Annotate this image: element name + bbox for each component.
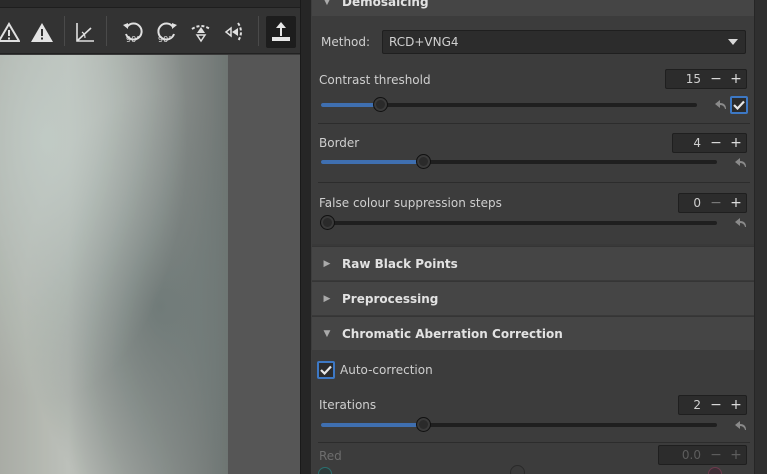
panel-scrollbar[interactable]	[754, 0, 767, 474]
divider	[318, 442, 750, 443]
increment-button[interactable]: +	[726, 194, 746, 212]
reset-icon[interactable]	[734, 217, 748, 229]
contrast-threshold-slider[interactable]	[321, 97, 697, 112]
perspective-icon[interactable]	[70, 16, 100, 48]
auto-correction-checkbox[interactable]	[317, 361, 335, 379]
section-header-demosaicing[interactable]: ▼ Demosaicing	[312, 0, 754, 16]
decrement-button[interactable]: −	[706, 134, 726, 152]
image-preview[interactable]	[0, 55, 300, 474]
section-body-demosaicing: Method: RCD+VNG4 Contrast threshold 15 −…	[312, 16, 754, 244]
contrast-threshold-spinner[interactable]: 15 − +	[665, 69, 747, 89]
rotate-right-label: 90°	[158, 35, 172, 44]
rotate-right-90-icon[interactable]: 90°	[150, 16, 182, 48]
false-colour-slider[interactable]	[320, 215, 717, 230]
image-editor-area: 90° 90°	[0, 0, 300, 474]
increment-button: +	[730, 447, 742, 463]
increment-button[interactable]: +	[726, 396, 746, 414]
increment-button[interactable]: +	[726, 134, 746, 152]
toolbar-top-edge	[0, 0, 300, 8]
slider-knob[interactable]	[415, 154, 431, 169]
photo-preview	[0, 55, 228, 474]
flip-vertical-icon[interactable]	[186, 16, 216, 48]
auto-threshold-checkbox[interactable]	[730, 96, 748, 114]
contrast-threshold-value[interactable]: 15	[666, 72, 706, 86]
section-header-preprocessing[interactable]: ▶ Preprocessing	[312, 281, 754, 315]
decrement-button[interactable]: −	[706, 70, 726, 88]
section-title: Raw Black Points	[342, 256, 458, 271]
false-colour-value[interactable]: 0	[679, 196, 706, 210]
red-slider-right-cap	[708, 467, 722, 474]
auto-correction-label[interactable]: Auto-correction	[340, 363, 433, 377]
section-title: Demosaicing	[342, 0, 429, 9]
checkmark-icon	[320, 365, 332, 375]
rotate-left-90-icon[interactable]: 90°	[118, 16, 150, 48]
collapsed-arrow-icon: ▶	[323, 293, 331, 304]
decrement-button: −	[710, 447, 722, 463]
chevron-down-icon	[721, 38, 745, 46]
border-label: Border	[319, 136, 360, 150]
red-slider-left-cap	[318, 467, 332, 474]
panel-splitter[interactable]	[300, 0, 312, 474]
iterations-value[interactable]: 2	[679, 398, 706, 412]
border-value[interactable]: 4	[673, 136, 706, 150]
decrement-button[interactable]: −	[706, 396, 726, 414]
export-icon[interactable]	[266, 16, 296, 48]
toolbar-separator	[64, 16, 65, 46]
section-body-chromatic-aberration: Auto-correction Iterations 2 − + Red 0.0…	[312, 350, 754, 474]
editor-toolbar: 90° 90°	[0, 0, 300, 54]
slider-fill	[321, 160, 424, 164]
false-colour-label: False colour suppression steps	[319, 196, 502, 210]
increment-button[interactable]: +	[726, 70, 746, 88]
iterations-spinner[interactable]: 2 − +	[678, 395, 747, 415]
method-value: RCD+VNG4	[389, 35, 459, 49]
warning-icon[interactable]	[27, 16, 57, 48]
expanded-arrow-icon: ▼	[323, 0, 331, 7]
tool-panel: ▼ Demosaicing Method: RCD+VNG4 Contrast …	[312, 0, 754, 474]
reset-icon[interactable]	[734, 420, 748, 432]
toolbar-separator	[258, 16, 259, 46]
iterations-label: Iterations	[319, 398, 377, 412]
method-select[interactable]: RCD+VNG4	[382, 30, 746, 54]
rotate-left-label: 90°	[126, 35, 140, 44]
contrast-threshold-label: Contrast threshold	[319, 73, 431, 87]
border-slider[interactable]	[321, 154, 717, 169]
divider	[318, 123, 750, 124]
divider	[318, 182, 750, 183]
image-background	[228, 55, 300, 474]
warning-outline-icon[interactable]	[0, 16, 24, 48]
method-label: Method:	[321, 35, 371, 49]
slider-knob[interactable]	[373, 97, 389, 112]
red-value: 0.0	[681, 448, 701, 462]
border-spinner[interactable]: 4 − +	[672, 133, 747, 153]
reset-icon[interactable]	[714, 99, 728, 111]
section-header-raw-black-points[interactable]: ▶ Raw Black Points	[312, 246, 754, 280]
red-spinner: 0.0 − +	[658, 445, 747, 465]
false-colour-spinner[interactable]: 0 − +	[678, 193, 747, 213]
iterations-slider[interactable]	[321, 417, 717, 432]
toolbar-separator	[106, 16, 107, 46]
slider-fill	[321, 103, 382, 107]
section-header-chromatic-aberration[interactable]: ▼ Chromatic Aberration Correction	[312, 316, 754, 350]
section-title: Chromatic Aberration Correction	[342, 326, 563, 341]
expanded-arrow-icon: ▼	[323, 328, 331, 339]
flip-horizontal-icon[interactable]	[220, 16, 250, 48]
slider-fill	[321, 423, 424, 427]
collapsed-arrow-icon: ▶	[323, 258, 331, 269]
reset-icon[interactable]	[734, 157, 748, 169]
slider-knob[interactable]	[320, 215, 335, 230]
red-slider-knob	[510, 465, 525, 474]
red-label: Red	[319, 449, 342, 463]
checkmark-icon	[733, 100, 745, 110]
section-title: Preprocessing	[342, 291, 439, 306]
slider-knob[interactable]	[415, 417, 431, 432]
decrement-button[interactable]: −	[706, 194, 726, 212]
